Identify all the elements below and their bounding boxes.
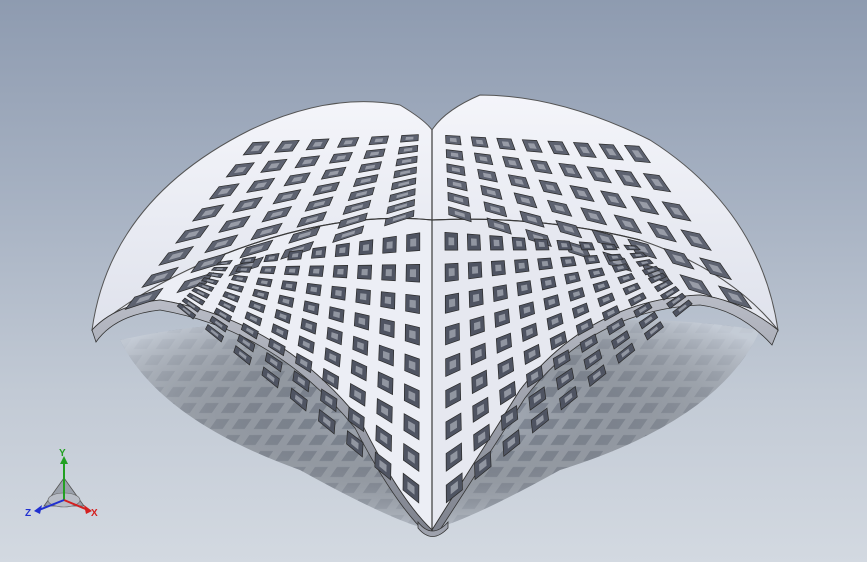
perforation-hole-depth xyxy=(410,238,417,247)
perforation-hole-depth xyxy=(315,250,322,256)
perforation-hole-depth xyxy=(384,296,392,305)
orientation-triad[interactable]: Y X Z xyxy=(22,448,106,528)
triad-z-label: Z xyxy=(25,508,31,519)
3d-model-view[interactable] xyxy=(0,0,867,562)
perforation-hole-depth xyxy=(448,268,455,277)
perforation-hole-depth xyxy=(337,268,344,275)
perforation-hole-depth xyxy=(374,138,384,143)
perforation-hole-depth xyxy=(385,269,392,277)
perforation-hole-depth xyxy=(339,247,346,254)
perforation-hole-depth xyxy=(473,293,480,303)
triad-y-label: Y xyxy=(59,448,66,459)
perforation-hole-depth xyxy=(588,257,596,262)
perforation-hole-depth xyxy=(409,299,416,309)
perforation-hole-depth xyxy=(516,240,523,247)
perforation-hole-depth xyxy=(471,238,477,246)
perforation-hole-depth xyxy=(386,241,393,249)
perforation-hole-depth xyxy=(264,268,272,272)
perforation-hole-depth xyxy=(448,237,455,246)
triad-x-label: X xyxy=(91,508,98,519)
perforation-hole-depth xyxy=(538,241,545,247)
perforation-hole-depth xyxy=(495,264,502,272)
perforation-hole-depth xyxy=(493,239,500,247)
perforation-hole-depth xyxy=(335,290,342,297)
perforation-hole-depth xyxy=(409,269,416,278)
perforation-hole-depth xyxy=(449,298,456,308)
perforation-hole-depth xyxy=(449,137,457,143)
graphics-viewport[interactable]: Y X Z xyxy=(0,0,867,562)
perforation-hole-depth xyxy=(564,259,572,264)
perforation-hole-depth xyxy=(361,269,368,276)
perforation-hole-depth xyxy=(359,293,367,301)
perforation-hole-depth xyxy=(362,244,370,251)
perforation-hole-depth xyxy=(472,266,479,274)
perforation-hole-depth xyxy=(288,268,296,273)
perforation-hole-depth xyxy=(312,268,320,274)
perforated-shell-body[interactable] xyxy=(91,94,779,537)
perforation-hole-depth xyxy=(240,268,248,271)
perforation-hole-depth xyxy=(475,139,484,145)
perforation-hole-depth xyxy=(518,262,525,269)
perforation-hole-depth xyxy=(541,261,549,267)
